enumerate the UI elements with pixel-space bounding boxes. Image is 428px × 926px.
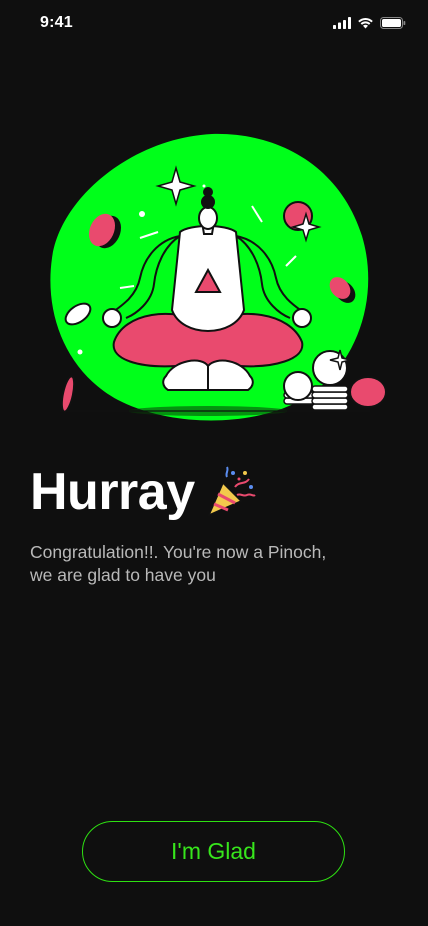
message-line-1: Congratulation!!. You're now a Pinoch, <box>30 542 327 562</box>
party-popper-icon <box>207 466 256 517</box>
headline: Hurray <box>30 462 257 522</box>
congratulation-message: Congratulation!!. You're now a Pinoch, w… <box>30 541 390 587</box>
im-glad-button[interactable]: I'm Glad <box>82 821 345 882</box>
wifi-icon <box>358 18 373 29</box>
signal-icon <box>333 17 351 29</box>
meditation-illustration <box>50 133 387 421</box>
status-bar: 9:41 <box>0 0 428 48</box>
status-icons <box>333 17 406 29</box>
message-line-2: we are glad to have you <box>30 565 216 585</box>
page-title: Hurray <box>30 463 195 521</box>
status-time: 9:41 <box>40 14 73 31</box>
battery-icon <box>380 17 406 29</box>
